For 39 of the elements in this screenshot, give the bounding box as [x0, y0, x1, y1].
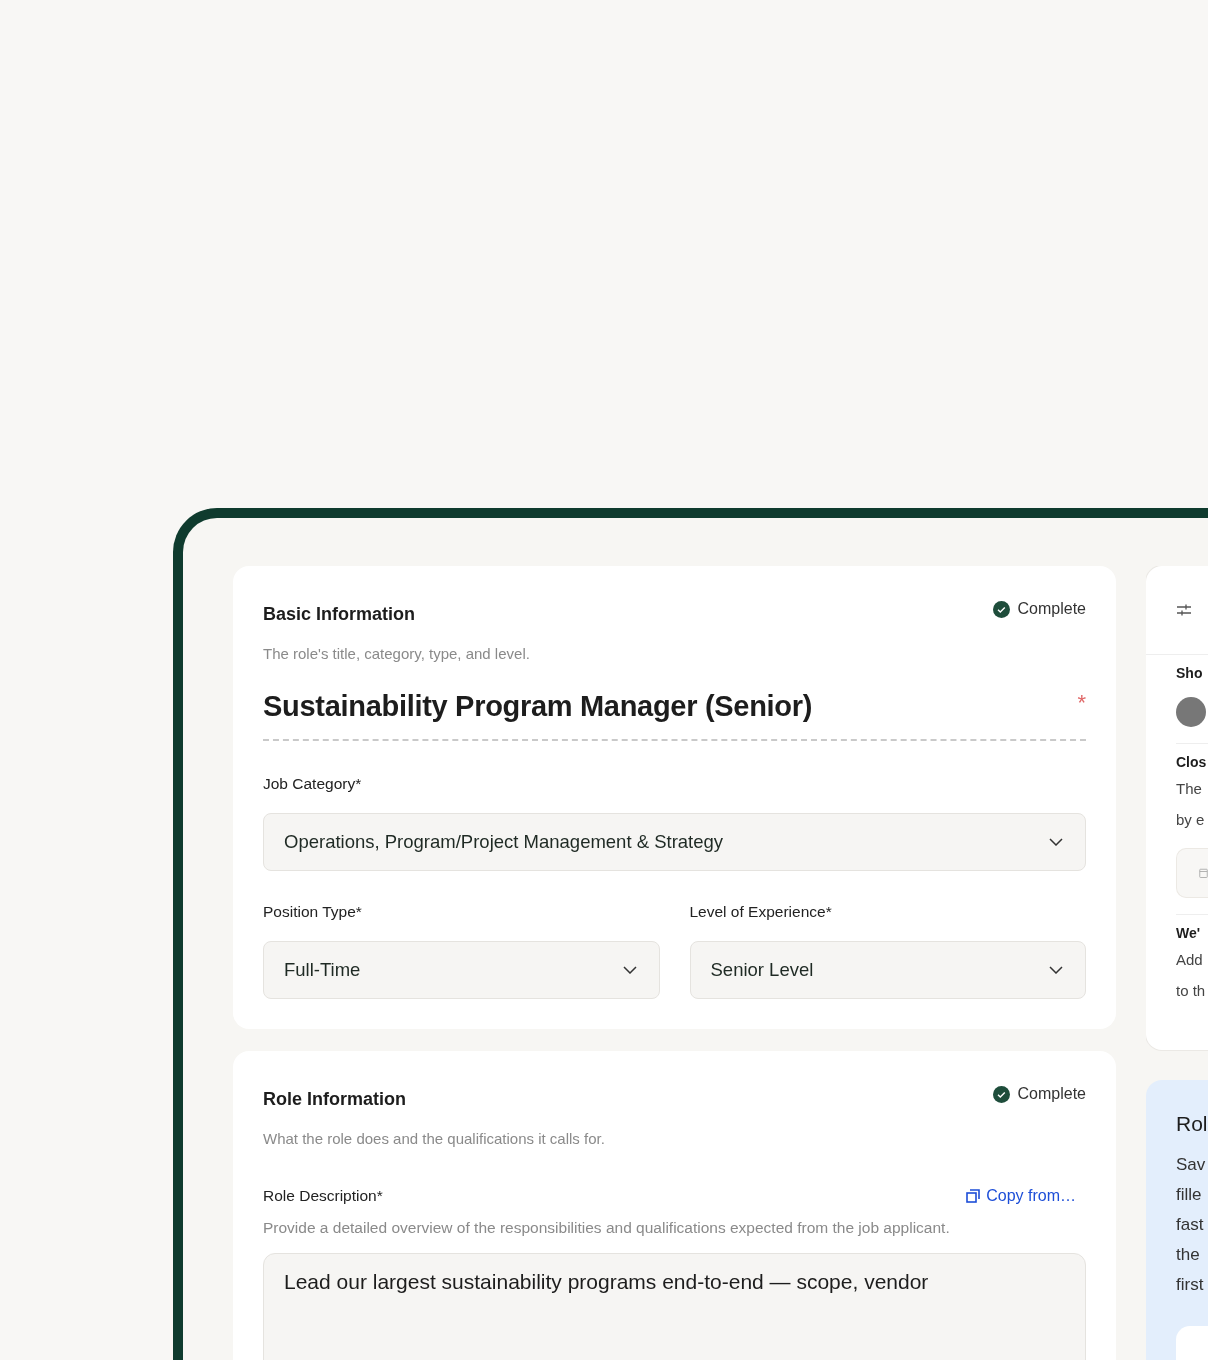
copy-icon [966, 1189, 981, 1203]
panel-text: to th [1176, 981, 1207, 1001]
chevron-down-icon [1049, 838, 1063, 846]
tip-text: fille [1176, 1184, 1203, 1206]
tip-title: Rol [1176, 1112, 1208, 1136]
tip-text: the [1176, 1244, 1201, 1266]
tip-text: fast [1176, 1214, 1205, 1236]
section-title: Basic Information [263, 603, 416, 625]
field-label: Job Category* [263, 775, 363, 793]
date-field[interactable] [1176, 848, 1208, 898]
section-description: What the role does and the qualifications it calls for. [263, 1130, 606, 1147]
panel-heading: We' [1176, 925, 1202, 941]
field-label: Role Description* [263, 1187, 383, 1205]
status-label: Complete [1017, 600, 1086, 618]
panel-heading: Sho [1176, 665, 1204, 681]
sliders-icon[interactable] [1176, 603, 1192, 617]
field-label: Position Type* [263, 903, 363, 921]
field-label: Level of Experience* [689, 903, 833, 921]
helper-text: Provide a detailed overview of the responsibilities and qualifications expected from the job applicant. [263, 1219, 951, 1237]
panel-text: by e [1176, 810, 1206, 830]
role-description-field[interactable]: Lead our largest sustainability programs end-to-end — scope, vendor [263, 1253, 1086, 1360]
copy-from-link[interactable]: Copy from… [966, 1187, 1076, 1205]
tip-text: Sav [1176, 1154, 1207, 1176]
tip-text: first [1176, 1274, 1205, 1296]
required-mark: * [1077, 690, 1086, 716]
calendar-icon [1199, 866, 1208, 880]
status-label: Complete [1017, 1085, 1086, 1103]
chevron-down-icon [622, 966, 637, 974]
section-description: The role's title, category, type, and level. [263, 645, 531, 662]
dropdown-field[interactable]: Full-Time [263, 941, 660, 999]
panel-text: Add [1176, 950, 1204, 970]
job-title-field[interactable]: Sustainability Program Manager (Senior) [263, 690, 813, 723]
panel-heading: Clos [1176, 754, 1208, 770]
dropdown-field[interactable]: Senior Level [689, 941, 1086, 999]
avatar [1176, 697, 1206, 727]
panel-text: The [1176, 779, 1203, 799]
chevron-down-icon [1049, 966, 1063, 974]
dropdown-field[interactable]: Operations, Program/Project Management & Strategy [263, 813, 1086, 871]
section-title: Role Information [263, 1088, 406, 1110]
